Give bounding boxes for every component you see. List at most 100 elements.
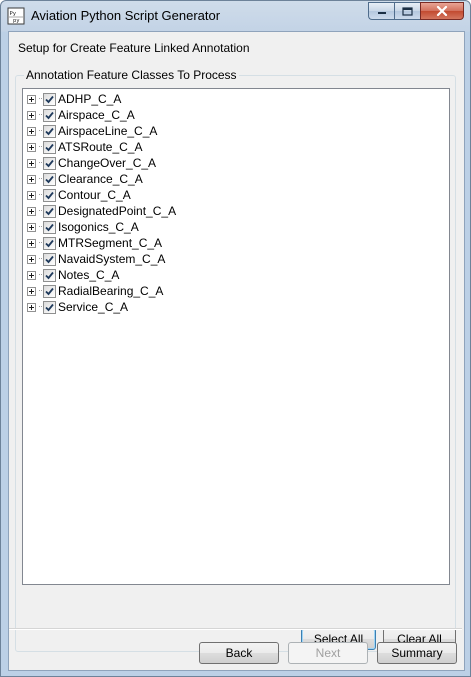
expand-plus-icon[interactable]	[27, 222, 36, 232]
title-bar[interactable]: Py py Aviation Python Script Generator	[1, 1, 470, 31]
item-checkbox[interactable]	[43, 172, 56, 186]
checkmark-icon	[45, 191, 54, 199]
item-checkbox[interactable]	[43, 156, 56, 170]
maximize-button[interactable]	[394, 2, 420, 20]
item-checkbox[interactable]	[43, 284, 56, 298]
svg-text:py: py	[13, 18, 20, 24]
checkmark-icon	[45, 271, 54, 279]
expand-plus-icon[interactable]	[27, 126, 36, 136]
tree-connector	[39, 130, 42, 132]
item-checkbox[interactable]	[43, 124, 56, 138]
tree-item-label: Notes_C_A	[58, 268, 120, 282]
close-icon	[436, 6, 448, 16]
item-checkbox[interactable]	[43, 204, 56, 218]
tree-item-label: Isogonics_C_A	[58, 220, 139, 234]
tree-connector	[39, 194, 42, 196]
tree-item-label: MTRSegment_C_A	[58, 236, 163, 250]
tree-item[interactable]: Notes_C_A	[27, 267, 119, 283]
tree-item[interactable]: RadialBearing_C_A	[27, 283, 163, 299]
tree-item-label: RadialBearing_C_A	[58, 284, 164, 298]
tree-item[interactable]: ADHP_C_A	[27, 91, 121, 107]
tree-item-label: AirspaceLine_C_A	[58, 124, 158, 138]
tree-item[interactable]: Clearance_C_A	[27, 171, 143, 187]
expand-plus-icon[interactable]	[27, 254, 36, 264]
summary-button[interactable]: Summary	[377, 642, 457, 664]
tree-item-label: DesignatedPoint_C_A	[58, 204, 177, 218]
tree-item-label: Service_C_A	[58, 300, 129, 314]
tree-item-label: NavaidSystem_C_A	[58, 252, 166, 266]
python-script-icon: Py py	[7, 7, 25, 25]
expand-plus-icon[interactable]	[27, 190, 36, 200]
back-button[interactable]: Back	[199, 642, 279, 664]
tree-connector	[39, 98, 42, 100]
checkmark-icon	[45, 255, 54, 263]
svg-text:Py: Py	[10, 11, 17, 17]
tree-connector	[39, 178, 42, 180]
feature-classes-group: Annotation Feature Classes To Process AD…	[15, 68, 456, 652]
item-checkbox[interactable]	[43, 252, 56, 266]
tree-connector	[39, 290, 42, 292]
checkmark-icon	[45, 287, 54, 295]
page-heading: Setup for Create Feature Linked Annotati…	[18, 41, 250, 55]
next-button[interactable]: Next	[288, 642, 368, 664]
tree-item[interactable]: MTRSegment_C_A	[27, 235, 162, 251]
tree-item[interactable]: Airspace_C_A	[27, 107, 135, 123]
tree-item-label: Clearance_C_A	[58, 172, 143, 186]
caption-buttons	[368, 2, 464, 20]
checkmark-icon	[45, 239, 54, 247]
checkmark-icon	[45, 111, 54, 119]
checkmark-icon	[45, 303, 54, 311]
minimize-button[interactable]	[368, 2, 394, 20]
expand-plus-icon[interactable]	[27, 286, 36, 296]
checkmark-icon	[45, 159, 54, 167]
tree-item[interactable]: Service_C_A	[27, 299, 128, 315]
client-area: Setup for Create Feature Linked Annotati…	[8, 31, 465, 671]
expand-plus-icon[interactable]	[27, 110, 36, 120]
item-checkbox[interactable]	[43, 268, 56, 282]
expand-plus-icon[interactable]	[27, 174, 36, 184]
tree-item[interactable]: NavaidSystem_C_A	[27, 251, 165, 267]
expand-plus-icon[interactable]	[27, 206, 36, 216]
tree-connector	[39, 242, 42, 244]
tree-connector	[39, 258, 42, 260]
expand-plus-icon[interactable]	[27, 142, 36, 152]
expand-plus-icon[interactable]	[27, 158, 36, 168]
item-checkbox[interactable]	[43, 140, 56, 154]
expand-plus-icon[interactable]	[27, 94, 36, 104]
checkmark-icon	[45, 143, 54, 151]
checkmark-icon	[45, 95, 54, 103]
item-checkbox[interactable]	[43, 92, 56, 106]
tree-item[interactable]: AirspaceLine_C_A	[27, 123, 157, 139]
checkmark-icon	[45, 207, 54, 215]
checkmark-icon	[45, 223, 54, 231]
item-checkbox[interactable]	[43, 188, 56, 202]
tree-connector	[39, 162, 42, 164]
expand-plus-icon[interactable]	[27, 238, 36, 248]
item-checkbox[interactable]	[43, 300, 56, 314]
tree-connector	[39, 306, 42, 308]
checkmark-icon	[45, 175, 54, 183]
tree-item[interactable]: DesignatedPoint_C_A	[27, 203, 176, 219]
tree-item[interactable]: Isogonics_C_A	[27, 219, 139, 235]
item-checkbox[interactable]	[43, 108, 56, 122]
item-checkbox[interactable]	[43, 220, 56, 234]
expand-plus-icon[interactable]	[27, 270, 36, 280]
tree-item[interactable]: ChangeOver_C_A	[27, 155, 156, 171]
checkmark-icon	[45, 127, 54, 135]
tree-item[interactable]: Contour_C_A	[27, 187, 131, 203]
close-button[interactable]	[420, 2, 464, 20]
tree-item-label: Airspace_C_A	[58, 108, 135, 122]
footer-divider	[9, 628, 462, 630]
window-title: Aviation Python Script Generator	[31, 8, 221, 23]
tree-connector	[39, 210, 42, 212]
tree-connector	[39, 226, 42, 228]
expand-plus-icon[interactable]	[27, 302, 36, 312]
maximize-icon	[402, 6, 413, 16]
item-checkbox[interactable]	[43, 236, 56, 250]
tree-connector	[39, 146, 42, 148]
tree-item[interactable]: ATSRoute_C_A	[27, 139, 143, 155]
app-window: Py py Aviation Python Script Generator S…	[0, 0, 471, 677]
tree-item-label: ADHP_C_A	[58, 92, 122, 106]
feature-class-tree[interactable]: ADHP_C_A Airspace_C_A AirspaceLine_C_A ATSR…	[22, 88, 450, 585]
tree-connector	[39, 114, 42, 116]
